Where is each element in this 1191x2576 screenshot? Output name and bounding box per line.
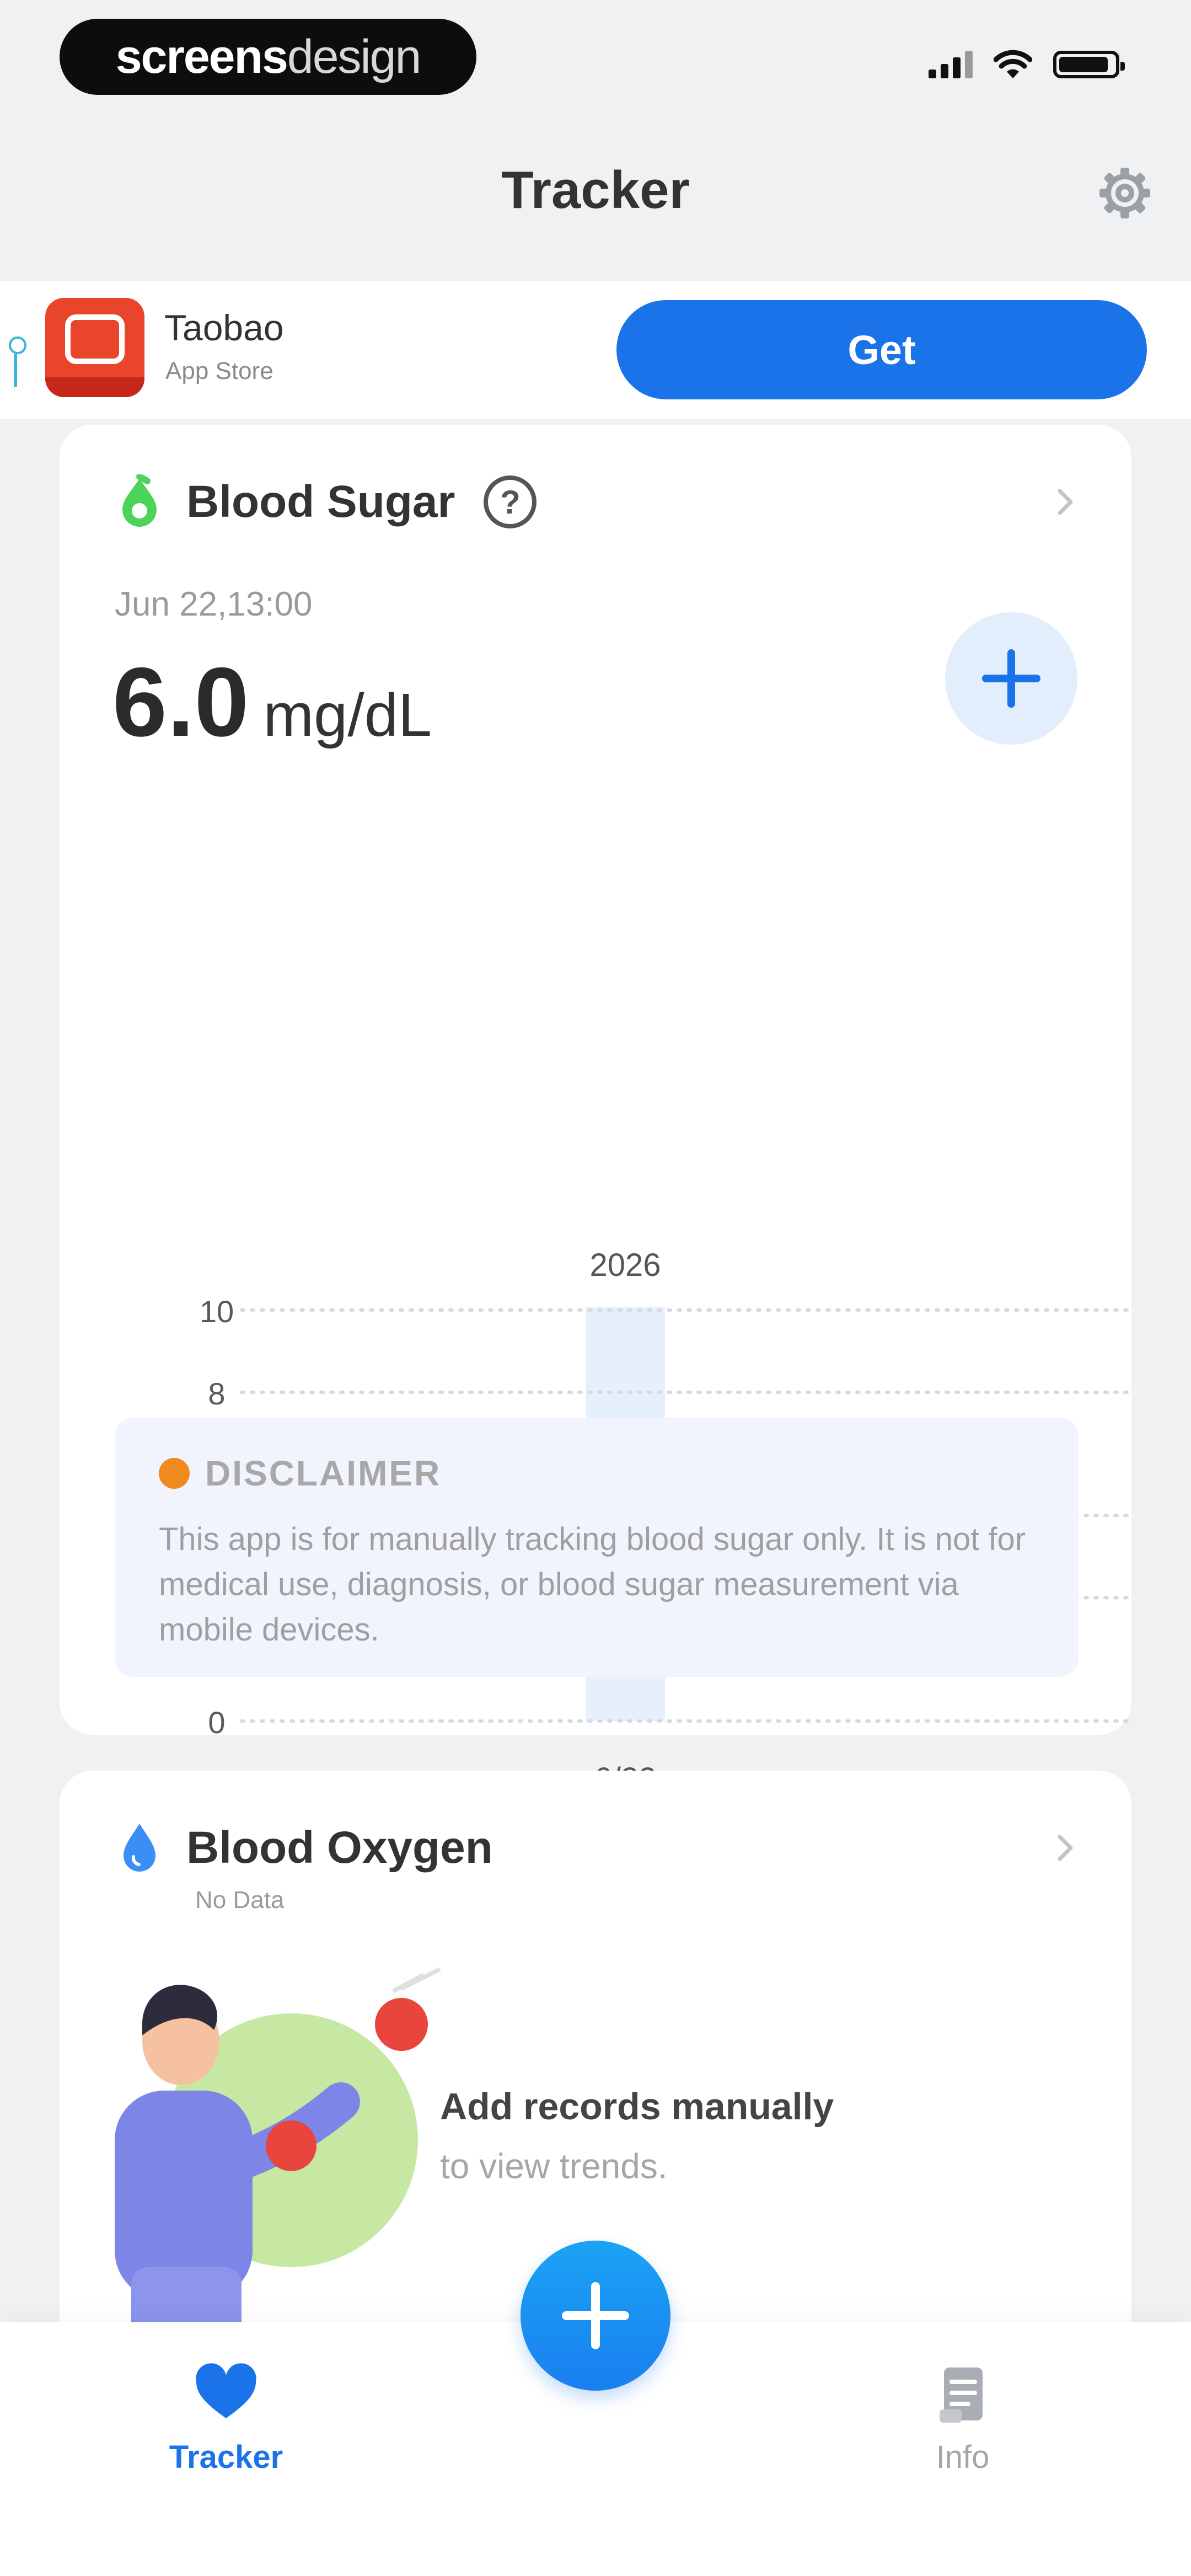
disclaimer-header: DISCLAIMER	[159, 1453, 441, 1494]
chevron-right-icon[interactable]	[1049, 485, 1082, 519]
reading-unit: mg/dL	[263, 681, 432, 749]
status-bar: screens design	[0, 0, 1191, 110]
brand-watermark: screens design	[60, 19, 476, 95]
blood-sugar-icon	[122, 474, 157, 527]
chart-y-tick-label: 0	[208, 1705, 225, 1740]
ad-info-icon[interactable]	[8, 336, 26, 403]
add-record-fab[interactable]	[521, 2241, 670, 2391]
chevron-right-icon[interactable]	[1049, 1831, 1082, 1864]
tab-info-label: Info	[936, 2439, 990, 2475]
disclaimer-dot	[159, 1458, 190, 1489]
tab-info[interactable]: Info	[852, 2361, 1073, 2476]
ad-banner[interactable]: Taobao App Store Get	[0, 281, 1191, 419]
tab-tracker[interactable]: Tracker	[116, 2361, 336, 2476]
blood-sugar-header: Blood Sugar ?	[115, 474, 537, 530]
document-icon	[940, 2367, 983, 2423]
empty-state-subtitle: to view trends.	[440, 2146, 668, 2186]
blood-oxygen-title: Blood Oxygen	[186, 1823, 493, 1873]
status-icons	[929, 50, 1125, 79]
reading-number: 6.0	[112, 647, 249, 757]
taobao-app-icon[interactable]	[45, 298, 144, 397]
blood-sugar-title: Blood Sugar	[186, 477, 455, 527]
water-drop-icon	[124, 1824, 155, 1872]
disclaimer-title: DISCLAIMER	[205, 1453, 442, 1493]
disclaimer-text: This app is for manually tracking blood …	[159, 1521, 1026, 1648]
wifi-icon	[994, 50, 1032, 78]
add-reading-button[interactable]	[945, 612, 1077, 745]
heart-icon	[196, 2363, 256, 2418]
ad-store-label: App Store	[165, 357, 273, 384]
battery-icon	[1053, 51, 1125, 78]
help-icon[interactable]: ?	[484, 475, 537, 528]
chart-y-tick-label: 10	[200, 1294, 234, 1329]
blood-oxygen-status: No Data	[195, 1886, 285, 1914]
plus-icon	[562, 2282, 629, 2349]
person-illustration	[115, 1967, 441, 2377]
reading-date: Jun 22,13:00	[115, 585, 313, 623]
page-title: Tracker	[501, 161, 690, 220]
blood-sugar-card[interactable]: Blood Sugar ? Jun 22,13:00 6.0 mg/dL 10 8…	[60, 425, 1131, 1797]
disclaimer-box: DISCLAIMER This app is for manually trac…	[115, 1418, 1079, 1677]
plus-icon	[982, 649, 1040, 708]
ad-get-button[interactable]: Get	[616, 300, 1147, 399]
chart-y-tick-label: 8	[208, 1376, 225, 1411]
gear-icon[interactable]	[1092, 160, 1158, 226]
blood-oxygen-header: Blood Oxygen	[115, 1820, 493, 1875]
brand-light: design	[287, 30, 421, 83]
empty-state-title: Add records manually	[440, 2086, 834, 2128]
brand-bold: screens	[115, 30, 288, 83]
tab-tracker-label: Tracker	[169, 2439, 283, 2475]
reading-value: 6.0 mg/dL	[112, 645, 432, 758]
ad-app-name: Taobao	[164, 307, 284, 348]
cellular-signal-icon	[929, 51, 973, 78]
chart-year-label: 2026	[589, 1247, 661, 1283]
